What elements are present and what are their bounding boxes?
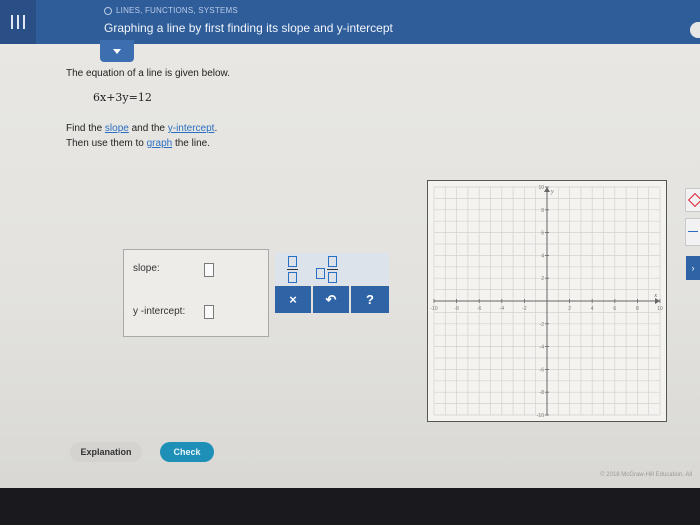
- eraser-icon: [687, 192, 700, 208]
- y-tick-label: -2: [540, 322, 545, 328]
- y-intercept-link[interactable]: y-intercept: [168, 123, 215, 134]
- y-tick-label: 6: [541, 231, 544, 237]
- equation: 6x+3y=12: [93, 91, 152, 104]
- instruction-text: Then use them to: [66, 138, 147, 149]
- y-tick-label: -8: [540, 390, 545, 396]
- y-tick-label: -4: [540, 345, 545, 351]
- explanation-button[interactable]: Explanation: [70, 442, 142, 462]
- problem-intro: The equation of a line is given below.: [66, 68, 230, 79]
- chevron-right-icon: ›: [691, 263, 695, 273]
- check-button[interactable]: Check: [160, 442, 214, 462]
- y-axis-arrow-icon: [544, 187, 550, 192]
- instructions: Find the slope and the y-intercept. Then…: [66, 121, 217, 151]
- line-icon: [688, 231, 698, 232]
- graph-canvas[interactable]: -10 -8 -6 -4 -2 2 4 6 8 10 10 8 6 4 2 -2 -4 -6 -8 -10 x y: [428, 181, 666, 421]
- help-button[interactable]: ?: [351, 286, 389, 313]
- clear-button[interactable]: ×: [275, 286, 311, 313]
- y-axis-label: y: [550, 189, 554, 195]
- header-side-handle[interactable]: [690, 22, 700, 38]
- copyright: © 2018 McGraw-Hill Education. All: [600, 472, 692, 478]
- fraction-button[interactable]: [287, 256, 298, 283]
- y-intercept-input[interactable]: [204, 305, 214, 319]
- fraction-denominator-icon: [288, 272, 297, 283]
- page-title: Graphing a line by first finding its slo…: [104, 21, 393, 35]
- circle-icon: [104, 6, 112, 15]
- x-tick-label: 2: [568, 306, 571, 312]
- y-tick-label: 4: [541, 253, 544, 259]
- answer-box: slope: y -intercept:: [123, 249, 269, 337]
- x-tick-label: 4: [591, 306, 594, 312]
- chevron-down-icon: [113, 48, 121, 54]
- x-axis-label: x: [653, 293, 657, 299]
- slope-input[interactable]: [204, 263, 214, 277]
- fraction-numerator-icon: [288, 256, 297, 267]
- y-tick-label: -10: [537, 413, 544, 419]
- y-tick-label: 10: [538, 185, 544, 191]
- x-tick-label: -8: [454, 306, 459, 312]
- fraction-bar-icon: [287, 269, 298, 270]
- slope-link[interactable]: slope: [105, 123, 129, 134]
- coordinate-graph[interactable]: -10 -8 -6 -4 -2 2 4 6 8 10 10 8 6 4 2 -2 -4 -6 -8 -10 x y: [427, 180, 667, 422]
- graph-link[interactable]: graph: [147, 138, 173, 149]
- x-tick-label: -6: [477, 306, 482, 312]
- instruction-text: .: [214, 123, 218, 134]
- y-tick-label: -6: [540, 367, 545, 373]
- mixed-number-button[interactable]: [316, 256, 338, 287]
- y-tick-label: 2: [541, 276, 544, 282]
- fraction-numerator-icon: [328, 256, 337, 267]
- x-tick-label: -2: [522, 306, 527, 312]
- mixed-fraction-icon: [327, 256, 338, 283]
- eraser-tool[interactable]: [685, 188, 700, 212]
- x-tick-label: -10: [430, 306, 437, 312]
- undo-button[interactable]: ↶: [313, 286, 349, 313]
- app-screen: LINES, FUNCTIONS, SYSTEMS Graphing a lin…: [0, 0, 700, 488]
- math-keypad: × ↶ ?: [275, 253, 389, 313]
- panel-expand-button[interactable]: ›: [686, 256, 700, 280]
- instruction-text: and the: [128, 123, 168, 134]
- y-intercept-label: y -intercept:: [133, 306, 186, 317]
- whole-box-icon: [316, 268, 325, 279]
- instruction-text: Find the: [66, 123, 105, 134]
- x-tick-label: -4: [500, 306, 505, 312]
- instruction-text: the line.: [172, 138, 210, 149]
- hamburger-icon: [11, 15, 25, 29]
- collapse-toggle[interactable]: [100, 40, 134, 62]
- x-tick-label: 10: [657, 306, 663, 312]
- header-bar: LINES, FUNCTIONS, SYSTEMS Graphing a lin…: [0, 0, 700, 44]
- line-tool[interactable]: [685, 218, 700, 246]
- breadcrumb-text: LINES, FUNCTIONS, SYSTEMS: [116, 6, 238, 15]
- breadcrumb[interactable]: LINES, FUNCTIONS, SYSTEMS: [104, 6, 238, 15]
- menu-button[interactable]: [0, 0, 36, 44]
- slope-label: slope:: [133, 263, 160, 274]
- fraction-bar-icon: [327, 269, 338, 270]
- x-tick-label: 8: [636, 306, 639, 312]
- y-tick-label: 8: [541, 208, 544, 214]
- x-tick-label: 6: [613, 306, 616, 312]
- keypad-template-row: [275, 253, 389, 285]
- fraction-denominator-icon: [328, 272, 337, 283]
